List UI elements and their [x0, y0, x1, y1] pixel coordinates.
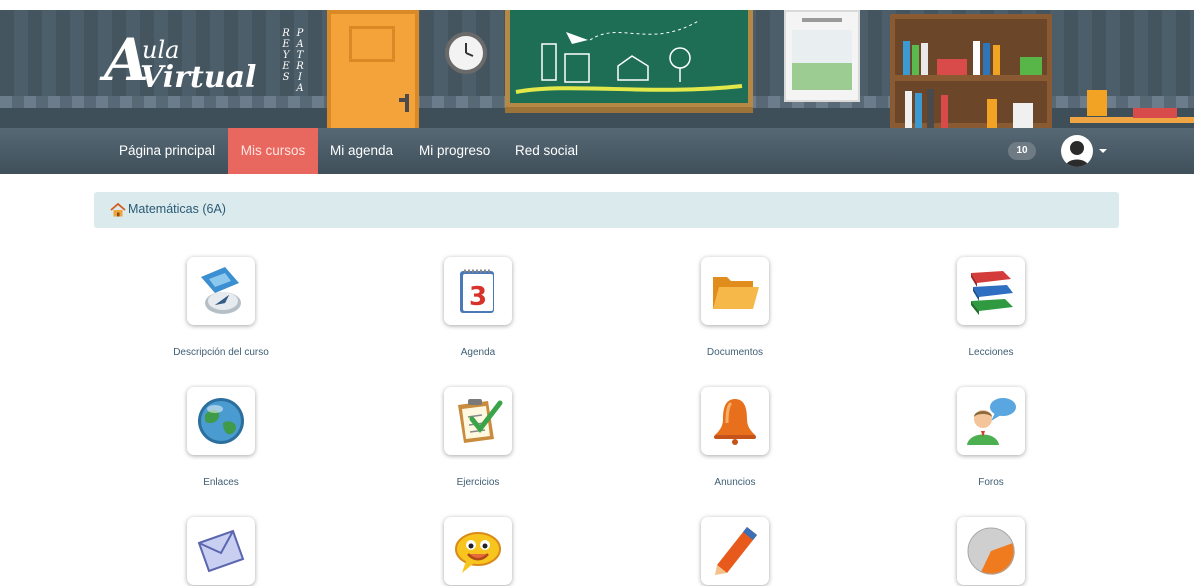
banner-ceiling — [0, 0, 1194, 10]
tool-label[interactable]: Descripción del curso — [121, 347, 321, 358]
tool-label[interactable]: Foros — [891, 477, 1091, 488]
logo-reyes: REYES — [282, 28, 290, 83]
tool-box[interactable] — [187, 387, 255, 455]
user-chat-icon — [967, 398, 1016, 445]
tool-box[interactable]: 3 — [444, 257, 512, 325]
folder-icon — [713, 277, 759, 309]
chevron-down-icon[interactable] — [1099, 149, 1107, 153]
tool-box[interactable] — [957, 387, 1025, 455]
tool-box[interactable] — [701, 517, 769, 585]
tool-box[interactable] — [701, 387, 769, 455]
chat-face-icon — [455, 532, 501, 573]
nav-my-agenda[interactable]: Mi agenda — [318, 128, 405, 174]
header-banner: A ula Virtual REYES PATRIA — [0, 0, 1194, 128]
books-icon — [971, 271, 1013, 315]
logo-patria: PATRIA — [296, 28, 304, 94]
tool-box[interactable] — [957, 257, 1025, 325]
svg-text:3: 3 — [469, 282, 487, 312]
calendar-icon: 3 — [460, 269, 494, 313]
envelope-icon — [197, 529, 245, 573]
aula-virtual-logo[interactable]: A ula Virtual REYES PATRIA — [104, 26, 314, 104]
tool-label[interactable]: Documentos — [635, 347, 835, 358]
nav-my-courses[interactable]: Mis cursos — [228, 128, 318, 174]
poster-illustration — [784, 10, 860, 102]
chalkboard-illustration — [505, 10, 753, 113]
pencil-cup-illustration — [1087, 90, 1107, 116]
door-illustration — [327, 10, 419, 128]
clipboard-check-icon — [458, 399, 503, 443]
pen-icon — [715, 527, 757, 575]
tool-label[interactable]: Ejercicios — [378, 477, 578, 488]
breadcrumb: Matemáticas (6A) — [94, 192, 1119, 228]
tool-box[interactable] — [957, 517, 1025, 585]
right-books-illustration — [1133, 108, 1177, 118]
breadcrumb-course[interactable]: Matemáticas (6A) — [128, 202, 226, 216]
clock-icon — [445, 32, 487, 74]
tool-label[interactable]: Enlaces — [121, 477, 321, 488]
compass-icon — [201, 267, 241, 314]
tool-label[interactable]: Agenda — [378, 347, 578, 358]
nav-my-progress[interactable]: Mi progreso — [407, 128, 502, 174]
tool-label[interactable]: Lecciones — [891, 347, 1091, 358]
home-icon[interactable] — [110, 203, 126, 217]
orange-disc-icon — [967, 527, 1015, 575]
bookshelf-illustration — [890, 14, 1052, 128]
tool-box[interactable] — [444, 387, 512, 455]
bell-icon — [714, 399, 756, 445]
nav-home[interactable]: Página principal — [107, 128, 227, 174]
globe-icon — [198, 398, 244, 444]
notification-badge[interactable]: 10 — [1008, 142, 1036, 160]
user-avatar-icon[interactable] — [1061, 135, 1093, 167]
tool-box[interactable] — [444, 517, 512, 585]
logo-virtual: Virtual — [140, 60, 257, 95]
nav-social-network[interactable]: Red social — [503, 128, 590, 174]
tool-label[interactable]: Anuncios — [635, 477, 835, 488]
tool-box[interactable] — [187, 257, 255, 325]
tool-box[interactable] — [187, 517, 255, 585]
tool-box[interactable] — [701, 257, 769, 325]
